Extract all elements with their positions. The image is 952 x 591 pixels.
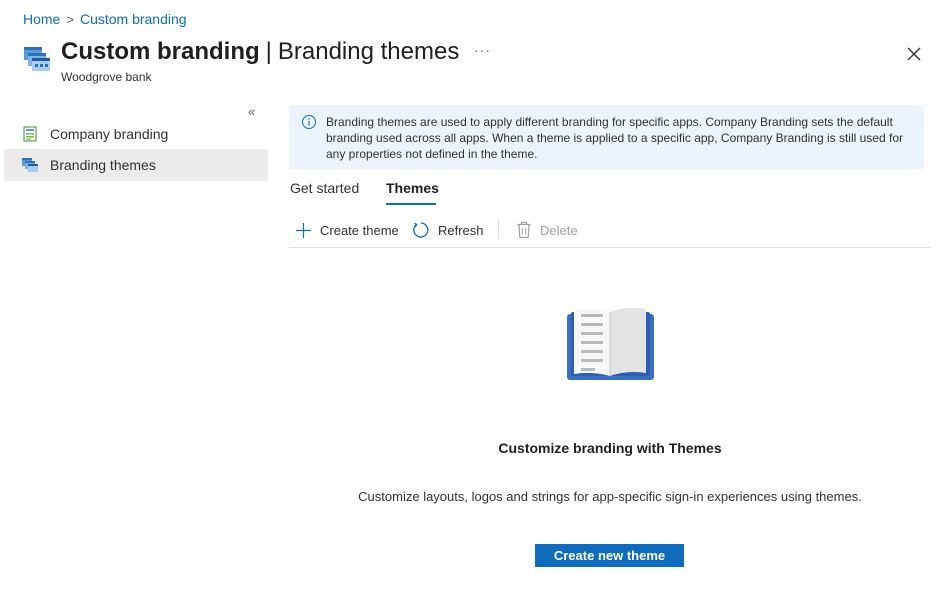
breadcrumb-separator: > bbox=[66, 11, 74, 27]
trash-icon bbox=[517, 221, 531, 239]
info-banner-text: Branding themes are used to apply differ… bbox=[326, 115, 903, 161]
sidebar-item-label: Branding themes bbox=[50, 157, 156, 173]
book-icon bbox=[567, 308, 654, 380]
active-tab-indicator bbox=[386, 203, 436, 205]
refresh-label: Refresh bbox=[438, 222, 484, 238]
more-options-button[interactable]: ··· bbox=[474, 42, 491, 58]
breadcrumb-home[interactable]: Home bbox=[23, 11, 60, 27]
create-theme-label: Create theme bbox=[320, 222, 399, 238]
delete-label: Delete bbox=[540, 222, 578, 238]
info-banner: Branding themes are used to apply differ… bbox=[289, 105, 924, 169]
page-title: Custom branding | Branding themes bbox=[61, 38, 459, 66]
page-title-main: Custom branding bbox=[61, 38, 260, 65]
branding-themes-icon bbox=[22, 158, 38, 172]
refresh-icon bbox=[413, 222, 429, 238]
close-icon[interactable] bbox=[904, 44, 924, 64]
sidebar-item-branding-themes[interactable]: Branding themes bbox=[4, 149, 268, 181]
collapse-sidebar-button[interactable]: « bbox=[248, 104, 255, 119]
page-title-section: Branding themes bbox=[277, 38, 460, 65]
sidebar-item-label: Company branding bbox=[50, 126, 169, 142]
toolbar-bottom-border bbox=[289, 247, 931, 248]
toolbar-divider bbox=[498, 219, 499, 239]
breadcrumb: Home > Custom branding bbox=[23, 11, 187, 27]
tenant-name: Woodgrove bank bbox=[61, 70, 152, 84]
tab-get-started[interactable]: Get started bbox=[290, 180, 359, 196]
company-branding-icon bbox=[23, 126, 37, 142]
plus-icon bbox=[296, 222, 311, 238]
create-theme-button[interactable]: Create theme bbox=[295, 220, 399, 240]
page-title-divider: | bbox=[265, 38, 272, 65]
info-icon bbox=[302, 115, 316, 129]
breadcrumb-custom-branding[interactable]: Custom branding bbox=[80, 11, 187, 27]
sidebar-item-company-branding[interactable]: Company branding bbox=[4, 118, 268, 150]
branding-icon bbox=[24, 47, 50, 71]
empty-state-title: Customize branding with Themes bbox=[498, 440, 722, 456]
delete-button[interactable]: Delete bbox=[516, 220, 578, 240]
refresh-button[interactable]: Refresh bbox=[412, 220, 484, 240]
tab-themes[interactable]: Themes bbox=[386, 180, 439, 196]
create-new-theme-button[interactable]: Create new theme bbox=[535, 544, 684, 567]
empty-state-description: Customize layouts, logos and strings for… bbox=[358, 489, 862, 504]
